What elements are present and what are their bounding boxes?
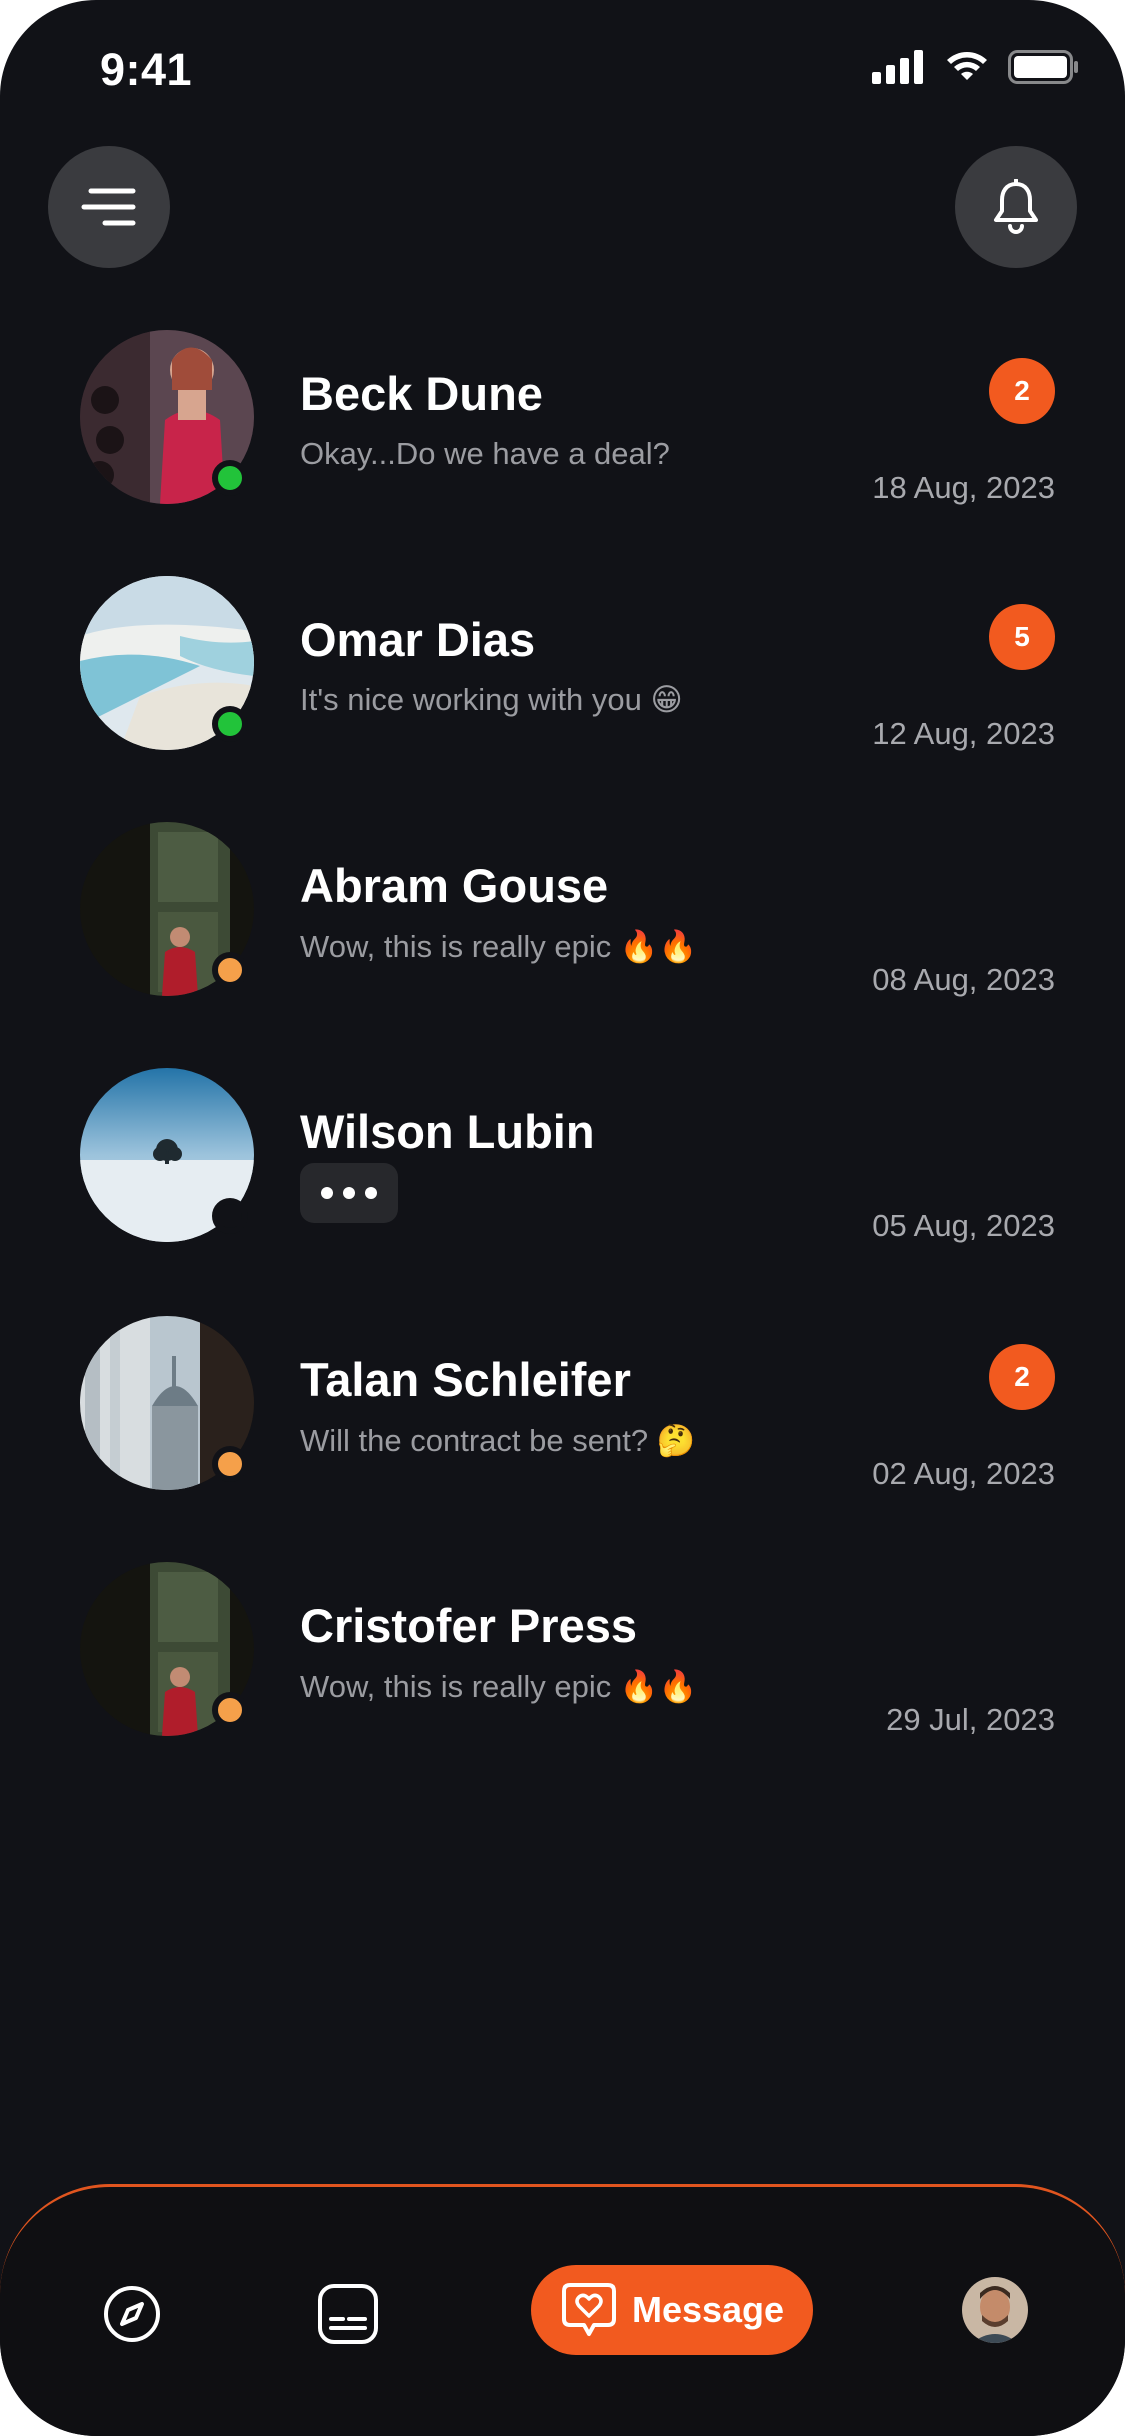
- chat-item-cristofer-press[interactable]: Cristofer Press Wow, this is really epic…: [0, 1562, 1125, 1762]
- menu-icon: [81, 188, 136, 226]
- chat-date: 29 Jul, 2023: [886, 1702, 1055, 1737]
- chat-preview: Will the contract be sent? 🤔: [300, 1423, 696, 1458]
- chat-item-wilson-lubin[interactable]: Wilson Lubin 05 Aug, 2023: [0, 1068, 1125, 1268]
- unread-badge: 2: [989, 1344, 1055, 1410]
- online-status-dot: [212, 706, 248, 742]
- message-button[interactable]: Message: [531, 2265, 813, 2355]
- compass-icon: [104, 2286, 160, 2342]
- unread-badge: 2: [989, 358, 1055, 424]
- chat-item-talan-schleifer[interactable]: Talan Schleifer Will the contract be sen…: [0, 1316, 1125, 1516]
- unread-badge: 5: [989, 604, 1055, 670]
- chat-name: Wilson Lubin: [300, 1105, 595, 1158]
- away-status-dot: [212, 1692, 248, 1728]
- menu-button[interactable]: [48, 146, 170, 268]
- chat-date: 12 Aug, 2023: [872, 716, 1055, 751]
- chat-preview: It's nice working with you 😁: [300, 682, 683, 717]
- chat-list-screen: 9:41 Beck Dune Okay...Do we have a deal?…: [0, 0, 1125, 2436]
- cellular-signal-icon: [872, 50, 923, 84]
- chat-name: Abram Gouse: [300, 859, 609, 912]
- chat-item-beck-dune[interactable]: Beck Dune Okay...Do we have a deal? 2 18…: [0, 330, 1125, 530]
- chat-name: Talan Schleifer: [300, 1353, 631, 1406]
- message-button-label: Message: [631, 2289, 785, 2330]
- chat-date: 05 Aug, 2023: [872, 1208, 1055, 1243]
- profile-avatar[interactable]: [962, 2277, 1028, 2343]
- chat-preview: Wow, this is really epic 🔥🔥: [300, 929, 698, 964]
- chat-name: Cristofer Press: [300, 1599, 637, 1652]
- away-status-dot: [212, 1446, 248, 1482]
- chat-date: 18 Aug, 2023: [872, 470, 1055, 505]
- nav-explore-button[interactable]: [98, 2280, 166, 2348]
- online-status-dot: [212, 460, 248, 496]
- chat-name: Omar Dias: [300, 613, 536, 666]
- wifi-icon: [947, 52, 987, 80]
- status-time: 9:41: [100, 44, 193, 95]
- chat-date: 02 Aug, 2023: [872, 1456, 1055, 1491]
- chat-item-omar-dias[interactable]: Omar Dias It's nice working with you 😁 5…: [0, 576, 1125, 776]
- bell-icon: [994, 179, 1038, 234]
- status-icons: [872, 50, 1080, 84]
- heart-message-icon: [561, 2283, 616, 2336]
- away-status-dot: [212, 952, 248, 988]
- chat-preview: Wow, this is really epic 🔥🔥: [300, 1669, 698, 1704]
- typing-indicator: [300, 1163, 398, 1223]
- chat-item-abram-gouse[interactable]: Abram Gouse Wow, this is really epic 🔥🔥 …: [0, 822, 1125, 1022]
- notifications-button[interactable]: [955, 146, 1077, 268]
- chat-name: Beck Dune: [300, 367, 543, 420]
- chat-date: 08 Aug, 2023: [872, 962, 1055, 997]
- battery-icon: [1008, 50, 1078, 84]
- nav-chat-button[interactable]: [314, 2280, 382, 2348]
- chat-bubble-icon: [318, 2284, 378, 2344]
- chat-preview: Okay...Do we have a deal?: [300, 436, 670, 471]
- typing-status-dot: [212, 1198, 248, 1234]
